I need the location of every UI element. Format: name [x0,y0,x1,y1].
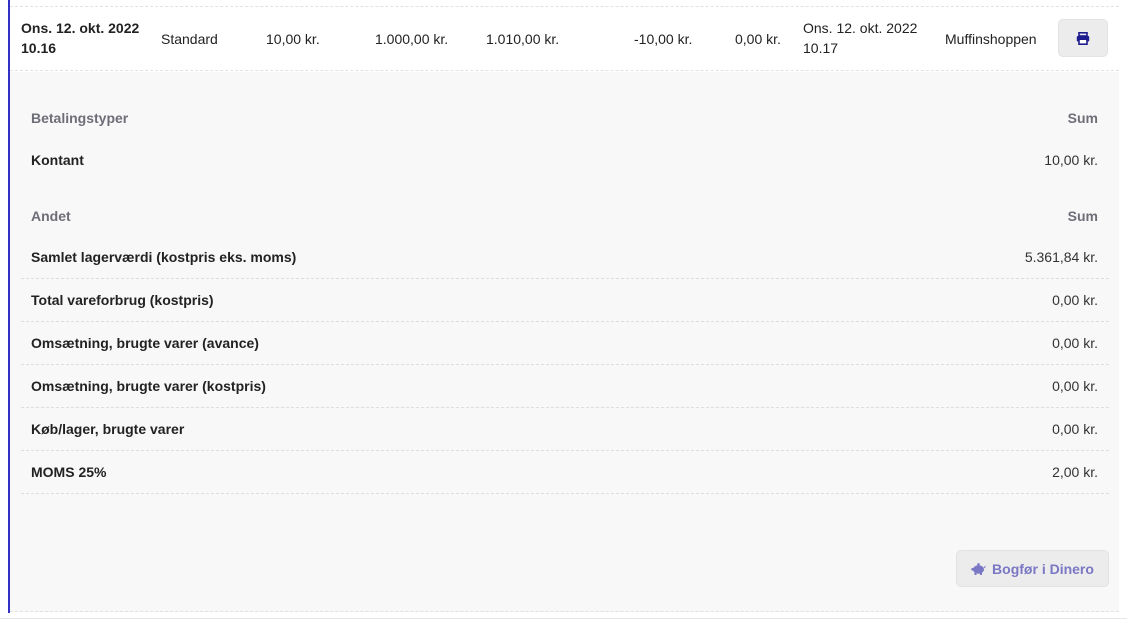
payment-label: Kontant [31,152,84,168]
opened-date-cell: Ons. 12. okt. 2022 10.16 [21,18,139,58]
amount-cell-4: -10,00 kr. [634,31,693,47]
other-row-label: Omsætning, brugte varer (avance) [31,335,259,351]
other-row-value: 0,00 kr. [1052,292,1098,308]
amount-cell-2: 1.000,00 kr. [375,31,449,47]
bogfor-dinero-button[interactable]: Bogfør i Dinero [956,550,1109,587]
piggy-bank-icon [971,562,986,575]
other-sum-header: Sum [1067,208,1098,224]
other-row-value: 0,00 kr. [1052,378,1098,394]
closed-time: 10.17 [803,40,839,56]
print-button[interactable] [1058,19,1108,57]
bogfor-dinero-label: Bogfør i Dinero [992,560,1094,577]
closed-date: Ons. 12. okt. 2022 [803,20,918,36]
other-row: Omsætning, brugte varer (avance) 0,00 kr… [21,322,1109,365]
payment-types-header: Betalingstyper Sum [31,110,1098,126]
payment-value: 10,00 kr. [1044,152,1098,168]
other-title: Andet [31,208,71,224]
other-row: Køb/lager, brugte varer 0,00 kr. [21,408,1109,451]
summary-row: Ons. 12. okt. 2022 10.16 Standard 10,00 … [10,7,1119,71]
details-section: Betalingstyper Sum Kontant 10,00 kr. And… [10,72,1119,612]
other-row: MOMS 25% 2,00 kr. [21,451,1109,494]
type-cell: Standard [161,31,218,47]
shop-cell: Muffinshoppen [945,31,1037,47]
amount-cell-3: 1.010,00 kr. [486,31,560,47]
other-row-value: 2,00 kr. [1052,464,1098,480]
other-row-label: Omsætning, brugte varer (kostpris) [31,378,266,394]
other-row-value: 5.361,84 kr. [1024,249,1098,265]
opened-date: Ons. 12. okt. 2022 [21,20,140,36]
other-row-value: 0,00 kr. [1052,421,1098,437]
closed-date-cell: Ons. 12. okt. 2022 10.17 [803,18,917,58]
printer-icon [1076,31,1090,45]
other-row: Total vareforbrug (kostpris) 0,00 kr. [21,279,1109,322]
payment-types-title: Betalingstyper [31,110,129,126]
amount-cell-1: 10,00 kr. [266,31,320,47]
other-row-label: Køb/lager, brugte varer [31,421,185,437]
other-row-label: MOMS 25% [31,464,107,480]
other-row-value: 0,00 kr. [1052,335,1098,351]
other-row: Samlet lagerværdi (kostpris eks. moms) 5… [21,236,1109,279]
other-header: Andet Sum [31,208,1098,224]
other-row: Omsætning, brugte varer (kostpris) 0,00 … [21,365,1109,408]
other-row-label: Samlet lagerværdi (kostpris eks. moms) [31,249,297,265]
amount-cell-5: 0,00 kr. [735,31,781,47]
bottom-divider [0,618,1127,619]
opened-time: 10.16 [21,40,57,56]
payment-row: Kontant 10,00 kr. [21,139,1109,182]
other-row-label: Total vareforbrug (kostpris) [31,292,214,308]
payment-types-sum-header: Sum [1067,110,1098,126]
